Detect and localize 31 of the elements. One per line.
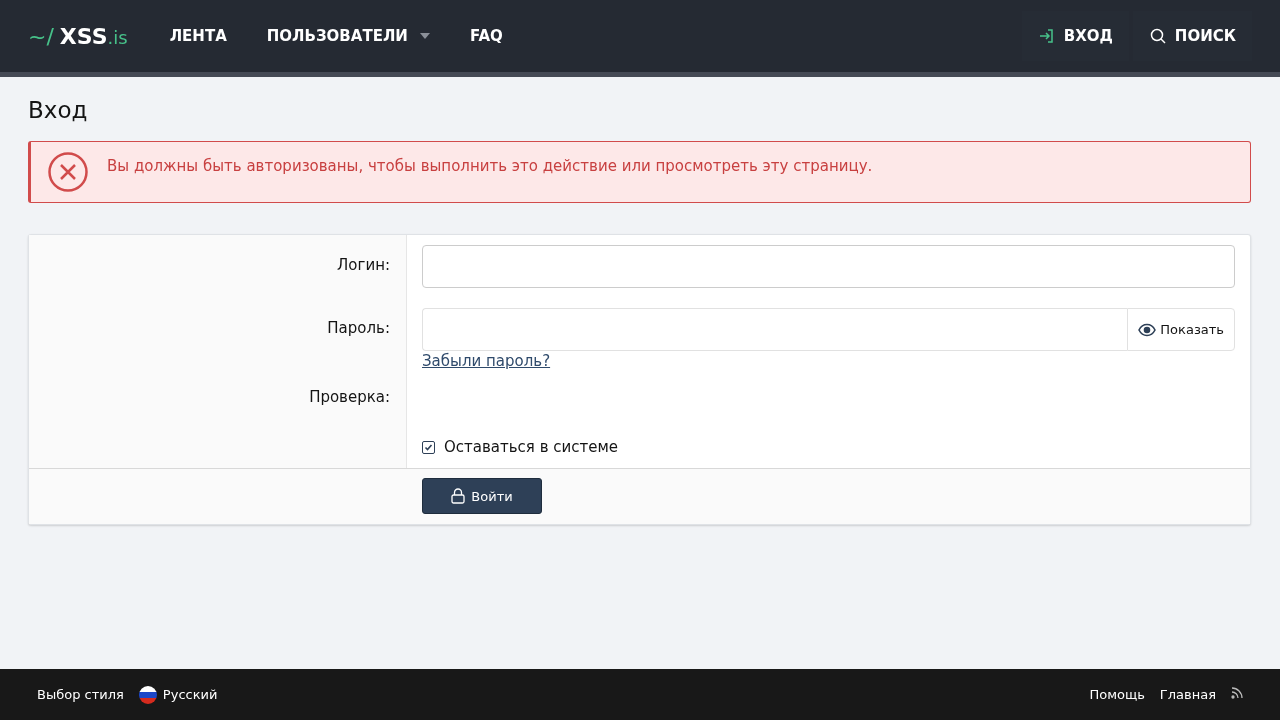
logo-suffix[interactable]: .is: [107, 26, 128, 48]
footer-link[interactable]: Главная: [1159, 687, 1216, 702]
search-icon: [1148, 27, 1167, 45]
checkbox[interactable]: [422, 440, 435, 454]
checkmark-icon: [424, 442, 433, 452]
nav-tab[interactable]: FAQ: [449, 0, 523, 72]
rss-icon[interactable]: [1231, 687, 1243, 699]
field-label: Проверка:: [308, 388, 390, 406]
sign-in-icon: [1037, 27, 1056, 45]
footer-link[interactable]: Выбор стиля: [37, 687, 124, 702]
logo-prefix[interactable]: ~/: [28, 23, 54, 49]
login-button[interactable]: Войти: [422, 478, 542, 514]
field-label: Пароль:: [326, 319, 390, 337]
password-field[interactable]: [422, 308, 1128, 351]
caret-icon: [419, 33, 430, 39]
logo-name[interactable]: XSS: [59, 23, 108, 49]
page-title: Вход: [28, 97, 89, 123]
russia-flag-icon: [138, 685, 157, 704]
error-icon: [47, 151, 89, 193]
nav-tab[interactable]: ЛЕНТА: [149, 0, 247, 72]
show-password-button[interactable]: Показать: [1127, 308, 1235, 351]
footer-link[interactable]: Помощь: [1089, 687, 1145, 702]
language-link[interactable]: Русский: [162, 687, 218, 702]
nav-tab[interactable]: ПОЛЬЗОВАТЕЛИ: [246, 0, 450, 72]
eye-icon: [1138, 322, 1157, 337]
login-field[interactable]: [422, 245, 1235, 288]
error-message: Вы должны быть авторизованы, чтобы выполнить это действие или просмотреть эту страницу.: [107, 157, 873, 175]
checkbox-label[interactable]: Оставаться в системе: [444, 438, 618, 456]
forgot-password-link[interactable]: Забыли пароль?: [422, 352, 551, 370]
lock-icon: [451, 488, 466, 504]
field-label: Логин:: [336, 256, 390, 274]
